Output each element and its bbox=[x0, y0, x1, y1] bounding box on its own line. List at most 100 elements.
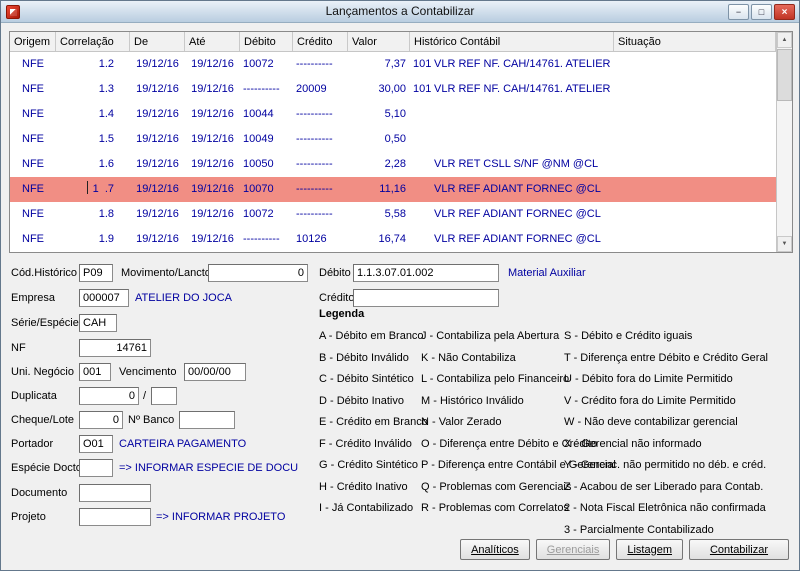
cell-de: 19/12/16 bbox=[130, 227, 185, 252]
legend-item: Y - Gerenc. não permitido no déb. e créd… bbox=[564, 455, 791, 477]
cell-de: 19/12/16 bbox=[130, 52, 185, 77]
cell-debito: 10072 bbox=[240, 52, 293, 77]
maximize-button[interactable]: □ bbox=[751, 4, 772, 20]
table-row[interactable]: NFE1.619/12/1619/12/1610050----------2,2… bbox=[10, 152, 776, 177]
cell-valor: 0,50 bbox=[348, 127, 410, 152]
duplicata-input[interactable] bbox=[79, 387, 139, 405]
cell-de: 19/12/16 bbox=[130, 127, 185, 152]
column-header-2[interactable]: De bbox=[130, 32, 185, 51]
legend-item: L - Contabiliza pelo Financeiro bbox=[421, 369, 564, 391]
legend: A - Débito em BrancoB - Débito InválidoC… bbox=[319, 326, 791, 541]
cell-historico bbox=[410, 102, 614, 127]
legend-item: J - Contabiliza pela Abertura bbox=[421, 326, 564, 348]
historico-text: VLR REF NF. CAH/14761. ATELIER DO bbox=[434, 77, 614, 102]
especie-docto-input[interactable] bbox=[79, 459, 113, 477]
button-row: Analíticos GerenciaisListagem Contabilizar bbox=[460, 539, 789, 560]
row-empresa: Empresa ATELIER DO JOCA Crédito bbox=[1, 289, 799, 309]
legend-item: U - Débito fora do Limite Permitido bbox=[564, 369, 791, 391]
legend-col3: S - Débito e Crédito iguaisT - Diferença… bbox=[564, 326, 791, 541]
column-header-5[interactable]: Crédito bbox=[293, 32, 348, 51]
documento-input[interactable] bbox=[79, 484, 151, 502]
portador-note: CARTEIRA PAGAMENTO bbox=[119, 438, 246, 450]
portador-input[interactable] bbox=[79, 435, 113, 453]
scroll-up-icon[interactable]: ▲ bbox=[777, 32, 792, 48]
column-header-4[interactable]: Débito bbox=[240, 32, 293, 51]
legend-item: I - Já Contabilizado bbox=[319, 498, 421, 520]
row-cod-historico: Cód.Histórico Movimento/Lancto Débito Ma… bbox=[1, 264, 799, 284]
historico-text: VLR REF ADIANT FORNEC @CL bbox=[434, 177, 614, 202]
cell-historico: VLR REF ADIANT FORNEC @CL bbox=[410, 202, 614, 227]
debito-input[interactable] bbox=[353, 264, 499, 282]
column-header-1[interactable]: Correlação bbox=[56, 32, 130, 51]
cell-historico: VLR RET CSLL S/NF @NM @CL bbox=[410, 152, 614, 177]
table-row[interactable]: NFE1.319/12/1619/12/16----------2000930,… bbox=[10, 77, 776, 102]
credito-input[interactable] bbox=[353, 289, 499, 307]
gerenciais-button[interactable]: Gerenciais bbox=[536, 539, 611, 560]
column-header-6[interactable]: Valor bbox=[348, 32, 410, 51]
legend-item: A - Débito em Branco bbox=[319, 326, 421, 348]
vencimento-input[interactable] bbox=[184, 363, 246, 381]
cell-origem: NFE bbox=[10, 52, 56, 77]
cell-correlacao: 1.6 bbox=[56, 152, 130, 177]
cell-correlacao: 1.2 bbox=[56, 52, 130, 77]
table-row[interactable]: NFE1.419/12/1619/12/1610044----------5,1… bbox=[10, 102, 776, 127]
cell-credito: ---------- bbox=[293, 202, 348, 227]
portador-label: Portador bbox=[11, 438, 53, 450]
cell-ate: 19/12/16 bbox=[185, 177, 240, 202]
scroll-down-icon[interactable]: ▼ bbox=[777, 236, 792, 252]
nf-input[interactable] bbox=[79, 339, 151, 357]
nf-label: NF bbox=[11, 342, 26, 354]
minimize-button[interactable]: − bbox=[728, 4, 749, 20]
listagem-button[interactable]: Listagem bbox=[616, 539, 683, 560]
historico-code bbox=[410, 102, 434, 127]
cell-ate: 19/12/16 bbox=[185, 227, 240, 252]
cod-historico-input[interactable] bbox=[79, 264, 113, 282]
cell-historico: VLR REF ADIANT FORNEC @CL bbox=[410, 227, 614, 252]
empresa-input[interactable] bbox=[79, 289, 129, 307]
cheque-lote-input[interactable] bbox=[79, 411, 123, 429]
scroll-thumb[interactable] bbox=[777, 49, 792, 101]
vertical-scrollbar[interactable]: ▲ ▼ bbox=[776, 32, 792, 252]
table-row[interactable]: NFE1.519/12/1619/12/1610049----------0,5… bbox=[10, 127, 776, 152]
close-button[interactable]: × bbox=[774, 4, 795, 20]
legend-item: B - Débito Inválido bbox=[319, 348, 421, 370]
cell-origem: NFE bbox=[10, 202, 56, 227]
column-header-0[interactable]: Origem bbox=[10, 32, 56, 51]
cell-ate: 19/12/16 bbox=[185, 52, 240, 77]
table-row[interactable]: NFE1.819/12/1619/12/1610072----------5,5… bbox=[10, 202, 776, 227]
legend-item: F - Crédito Inválido bbox=[319, 434, 421, 456]
column-header-3[interactable]: Até bbox=[185, 32, 240, 51]
legend-item: G - Crédito Sintético bbox=[319, 455, 421, 477]
legend-item: 2 - Nota Fiscal Eletrônica não confirmad… bbox=[564, 498, 791, 520]
legend-item: R - Problemas com Correlatos bbox=[421, 498, 564, 520]
cell-correlacao: 1.4 bbox=[56, 102, 130, 127]
movimento-input[interactable] bbox=[208, 264, 308, 282]
historico-code bbox=[410, 227, 434, 252]
cell-origem: NFE bbox=[10, 152, 56, 177]
duplicata-parcela-input[interactable] bbox=[151, 387, 177, 405]
cell-debito: 10050 bbox=[240, 152, 293, 177]
cell-credito: ---------- bbox=[293, 127, 348, 152]
legend-item: E - Crédito em Branco bbox=[319, 412, 421, 434]
legend-item: P - Diferença entre Contábil e Gerencial bbox=[421, 455, 564, 477]
cell-situacao bbox=[614, 227, 776, 252]
table-row[interactable]: NFE1.919/12/1619/12/16----------1012616,… bbox=[10, 227, 776, 252]
especie-docto-note: => INFORMAR ESPECIE DE DOCU bbox=[119, 462, 298, 474]
uni-negocio-input[interactable] bbox=[79, 363, 111, 381]
analiticos-button[interactable]: Analíticos bbox=[460, 539, 530, 560]
table-row[interactable]: NFE1 .719/12/1619/12/1610070----------11… bbox=[10, 177, 776, 202]
cell-ate: 19/12/16 bbox=[185, 202, 240, 227]
column-header-8[interactable]: Situação bbox=[614, 32, 776, 51]
contabilizar-button[interactable]: Contabilizar bbox=[689, 539, 789, 560]
app-window: Lançamentos a Contabilizar − □ × OrigemC… bbox=[0, 0, 800, 571]
cell-credito: ---------- bbox=[293, 52, 348, 77]
cell-de: 19/12/16 bbox=[130, 202, 185, 227]
title-bar[interactable]: Lançamentos a Contabilizar − □ × bbox=[1, 1, 799, 23]
cell-credito: 10126 bbox=[293, 227, 348, 252]
projeto-input[interactable] bbox=[79, 508, 151, 526]
cell-situacao bbox=[614, 177, 776, 202]
column-header-7[interactable]: Histórico Contábil bbox=[410, 32, 614, 51]
n-banco-input[interactable] bbox=[179, 411, 235, 429]
serie-especie-input[interactable] bbox=[79, 314, 117, 332]
table-row[interactable]: NFE1.219/12/1619/12/1610072----------7,3… bbox=[10, 52, 776, 77]
